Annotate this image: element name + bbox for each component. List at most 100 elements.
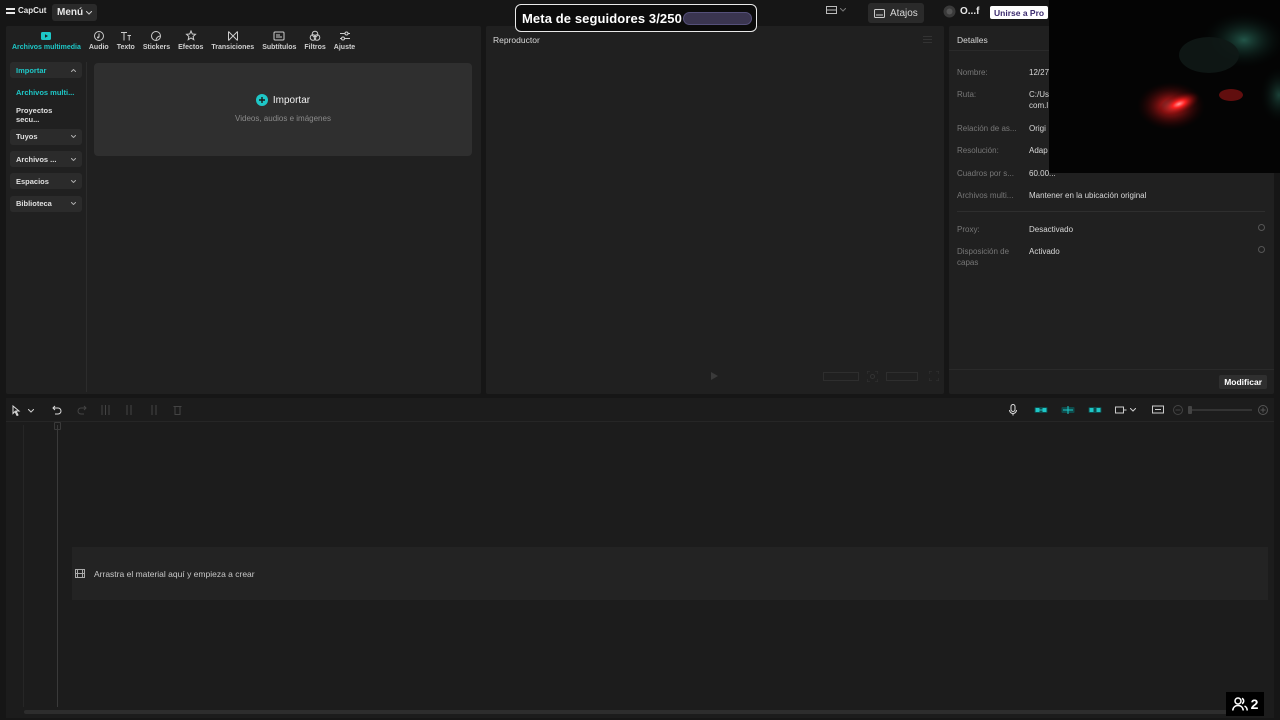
media-icon	[41, 32, 52, 40]
sidebar-item-import-label: Importar	[16, 65, 47, 75]
sidebar-item-import[interactable]: Importar	[10, 62, 82, 78]
tab-audio[interactable]: Audio	[85, 26, 113, 55]
play-icon[interactable]	[711, 372, 718, 380]
sticker-icon	[151, 31, 162, 41]
users-icon	[1231, 697, 1248, 711]
redo-icon[interactable]	[77, 405, 87, 415]
split-icon[interactable]	[101, 405, 110, 415]
undo-icon[interactable]	[52, 405, 62, 415]
effects-icon	[185, 30, 197, 41]
timeline-scrollbar[interactable]	[24, 710, 1254, 714]
tab-subtitles-label: Subtítulos	[262, 44, 297, 51]
zoom-slider-track[interactable]	[1188, 409, 1252, 411]
zoom-out-icon[interactable]	[1173, 405, 1183, 415]
tab-subtitles[interactable]: Subtítulos	[258, 26, 300, 55]
sidebar-item-library[interactable]: Biblioteca	[10, 195, 82, 212]
text-icon	[120, 32, 131, 41]
user-account[interactable]: O...f	[943, 5, 979, 18]
import-dropzone[interactable]: Importar Videos, audios e imágenes	[94, 63, 472, 156]
tab-effects[interactable]: Efectos	[174, 26, 207, 55]
sidebar-item-yours[interactable]: Tuyos	[10, 128, 82, 145]
info-icon[interactable]	[1258, 246, 1265, 253]
ratio-button[interactable]	[823, 372, 859, 381]
linkage-icon[interactable]	[1088, 405, 1102, 415]
audio-icon	[93, 31, 104, 41]
zoom-in-icon[interactable]	[1258, 405, 1268, 415]
fit-icon[interactable]	[867, 371, 878, 382]
chevron-up-icon	[71, 68, 76, 72]
chevron-down-icon	[71, 135, 76, 139]
auto-snap-icon[interactable]	[1061, 405, 1075, 415]
main-track-dropzone[interactable]: Arrastra el material aquí y empieza a cr…	[72, 547, 1268, 600]
delete-icon[interactable]	[173, 405, 182, 415]
detail-row-name: Nombre: 12/27	[957, 67, 1049, 78]
quality-button[interactable]	[886, 372, 918, 381]
tab-filters[interactable]: Filtros	[300, 26, 329, 55]
select-cursor-icon[interactable]	[12, 405, 21, 416]
layout-icon	[826, 6, 837, 14]
split-left-icon[interactable]	[125, 405, 134, 415]
main-track-magnet-icon[interactable]	[1034, 405, 1048, 415]
detail-label: Disposición de capas	[957, 247, 1010, 267]
webcam-overlay	[1049, 0, 1280, 173]
sidebar-item-media-files[interactable]: Archivos multi...	[10, 84, 82, 100]
detail-row-proxy: Proxy: Desactivado	[957, 224, 1073, 235]
follower-goal-overlay: Meta de seguidores 3/250	[515, 4, 757, 32]
timeline-panel: Arrastra el material aquí y empieza a cr…	[6, 398, 1274, 718]
fullscreen-icon[interactable]	[929, 371, 939, 381]
webcam-image	[1049, 0, 1280, 173]
fit-timeline-icon[interactable]	[1152, 405, 1164, 415]
transitions-icon	[227, 31, 238, 41]
join-pro-button[interactable]: Unirse a Pro	[990, 6, 1049, 19]
tab-filters-label: Filtros	[304, 44, 326, 51]
tab-stickers[interactable]: Stickers	[139, 26, 174, 55]
detail-value: Desactivado	[1029, 225, 1074, 234]
sidebar-item-spaces[interactable]: Espacios	[10, 173, 82, 190]
chevron-down-icon	[71, 157, 76, 161]
microphone-icon[interactable]	[1009, 404, 1017, 416]
layout-button[interactable]	[826, 6, 846, 14]
timeline-toolbar	[6, 398, 1274, 422]
detail-value: Origi	[1029, 124, 1046, 133]
tab-adjust[interactable]: Ajuste	[330, 26, 359, 55]
detail-label: Ruta:	[957, 90, 977, 99]
menu-label: Menú	[57, 7, 84, 18]
chevron-down-icon	[86, 10, 93, 15]
modify-button[interactable]: Modificar	[1219, 375, 1267, 389]
info-icon[interactable]	[1258, 224, 1265, 231]
avatar-icon	[943, 5, 956, 18]
chevron-down-icon[interactable]	[1130, 408, 1136, 412]
menu-button[interactable]: Menú	[52, 4, 98, 21]
app-logo: CapCut	[6, 6, 46, 15]
details-title: Detalles	[957, 35, 988, 45]
details-footer-divider	[949, 369, 1274, 370]
subtitles-icon	[273, 31, 285, 41]
tab-text[interactable]: Texto	[113, 26, 139, 55]
details-divider	[957, 211, 1265, 212]
tab-media[interactable]: Archivos multimedia	[8, 26, 85, 55]
chevron-down-icon[interactable]	[28, 409, 34, 413]
shortcuts-label: Atajos	[890, 7, 918, 19]
player-menu-icon[interactable]	[923, 36, 932, 43]
sidebar-item-files[interactable]: Archivos ...	[10, 151, 82, 168]
playhead-handle[interactable]	[54, 422, 61, 430]
preview-axis-icon[interactable]	[1115, 405, 1127, 415]
playhead[interactable]	[57, 425, 58, 707]
detail-value: 12/27	[1029, 68, 1050, 77]
sidebar-item-sub-projects-label: Proyectos secu...	[16, 105, 53, 124]
app-logo-text: CapCut	[18, 6, 47, 15]
tab-transitions[interactable]: Transiciones	[207, 26, 258, 55]
sidebar-divider	[86, 62, 87, 392]
plus-circle-icon	[255, 94, 268, 106]
tab-text-label: Texto	[116, 44, 135, 51]
tab-transitions-label: Transiciones	[211, 44, 255, 51]
sidebar-item-sub-projects[interactable]: Proyectos secu...	[10, 105, 82, 124]
player-panel: Reproductor	[486, 26, 944, 394]
detail-row-aspect: Relación de as... Origi	[957, 123, 1046, 134]
tab-audio-label: Audio	[88, 44, 109, 51]
keyboard-icon	[874, 8, 885, 18]
split-right-icon[interactable]	[149, 405, 158, 415]
zoom-slider-handle[interactable]	[1188, 406, 1192, 414]
chevron-down-icon	[840, 8, 846, 12]
shortcuts-button[interactable]: Atajos	[868, 3, 924, 23]
